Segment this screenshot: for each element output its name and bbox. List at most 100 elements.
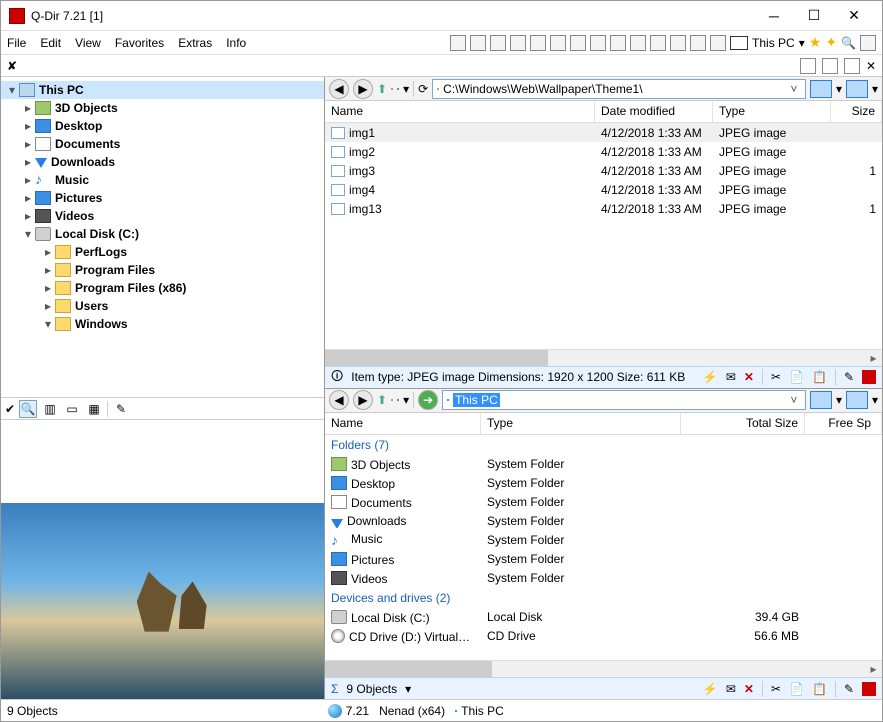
tree-item[interactable]: ▸Program Files (x86) [1, 279, 324, 297]
tree-item[interactable]: ▸♪Music [1, 171, 324, 189]
up-icon[interactable]: ⬆ [377, 393, 387, 407]
menu-favorites[interactable]: Favorites [115, 36, 164, 50]
app-mini-icon[interactable] [862, 682, 876, 696]
paste-icon[interactable]: 📋 [812, 370, 827, 384]
folder-row[interactable]: ♪Music System Folder [325, 531, 882, 550]
folder-row[interactable]: Desktop System Folder [325, 474, 882, 493]
back-button[interactable]: ◀ [329, 79, 349, 99]
file-row[interactable]: img13 4/12/2018 1:33 AM JPEG image 1 [325, 199, 882, 218]
panel-icon[interactable] [822, 58, 838, 74]
dropdown-icon[interactable]: ▾ [403, 82, 409, 96]
close-button[interactable]: ✕ [834, 1, 874, 30]
chevron-icon[interactable]: ▸ [41, 245, 55, 259]
preview-tool-icon[interactable]: ✎ [112, 400, 130, 418]
view-icon[interactable] [397, 399, 399, 401]
chevron-icon[interactable]: ▸ [21, 119, 35, 133]
preview-mode-icon[interactable]: ▥ [41, 400, 59, 418]
col-type[interactable]: Type [481, 413, 681, 434]
refresh-icon[interactable]: ⟳ [418, 82, 428, 96]
layout-icon[interactable] [470, 35, 486, 51]
col-total[interactable]: Total Size [681, 413, 805, 434]
file-row[interactable]: img2 4/12/2018 1:33 AM JPEG image [325, 142, 882, 161]
chevron-icon[interactable]: ▸ [21, 155, 35, 169]
layout-icon[interactable] [570, 35, 586, 51]
mail-icon[interactable]: ✉ [726, 682, 736, 696]
address-bar[interactable]: This PC ˅ [442, 390, 806, 410]
tree-item[interactable]: ▸PerfLogs [1, 243, 324, 261]
menu-extras[interactable]: Extras [178, 36, 212, 50]
tree-root[interactable]: ▾ This PC [1, 81, 324, 99]
menu-info[interactable]: Info [226, 36, 246, 50]
layout-icon[interactable] [450, 35, 466, 51]
copy-icon[interactable]: 📄 [789, 682, 804, 696]
chevron-icon[interactable]: ▾ [21, 227, 35, 241]
mail-icon[interactable]: ✉ [726, 370, 736, 384]
lightning-icon[interactable]: ⚡ [703, 682, 718, 696]
layout-icon[interactable] [530, 35, 546, 51]
dropdown-icon[interactable]: ▾ [403, 393, 409, 407]
maximize-button[interactable]: ☐ [794, 1, 834, 30]
back-button[interactable]: ◀ [329, 390, 349, 410]
menu-view[interactable]: View [75, 36, 101, 50]
drive-row[interactable]: CD Drive (D:) VirtualBo... CD Drive 56.6… [325, 627, 882, 646]
check-icon[interactable]: ✔ [5, 402, 15, 416]
menu-file[interactable]: File [7, 36, 26, 50]
chevron-icon[interactable]: ▸ [41, 281, 55, 295]
layout-icon[interactable] [650, 35, 666, 51]
chevron-icon[interactable]: ▸ [21, 101, 35, 115]
col-date[interactable]: Date modified [595, 101, 713, 122]
layout-icon[interactable] [550, 35, 566, 51]
file-row[interactable]: img1 4/12/2018 1:33 AM JPEG image [325, 123, 882, 142]
chevron-icon[interactable]: ▸ [21, 173, 35, 187]
delete-icon[interactable]: ✕ [744, 682, 754, 696]
chevron-icon[interactable]: ▸ [41, 263, 55, 277]
cut-icon[interactable]: ✂ [771, 682, 781, 696]
layout-icon[interactable] [690, 35, 706, 51]
layout-icon[interactable] [610, 35, 626, 51]
copy-icon[interactable]: 📄 [789, 370, 804, 384]
monitor-button[interactable] [810, 391, 832, 409]
preview-mode-icon[interactable]: ▭ [63, 400, 81, 418]
monitor-icon[interactable] [730, 36, 748, 50]
preview-mode-icon[interactable]: 🔍 [19, 400, 37, 418]
monitor-button[interactable] [846, 391, 868, 409]
chevron-icon[interactable]: ▸ [21, 137, 35, 151]
col-type[interactable]: Type [713, 101, 831, 122]
folder-row[interactable]: Documents System Folder [325, 493, 882, 512]
folder-row[interactable]: 3D Objects System Folder [325, 455, 882, 474]
tree-item[interactable]: ▸Users [1, 297, 324, 315]
layout-icon[interactable] [590, 35, 606, 51]
favorite-add-icon[interactable]: ✦ [825, 34, 837, 51]
folder-open-icon[interactable] [391, 88, 393, 90]
dropdown-icon[interactable]: ▾ [405, 682, 411, 696]
dropdown-icon[interactable]: ▾ [872, 82, 878, 96]
folder-row[interactable]: Videos System Folder [325, 569, 882, 588]
tree-item[interactable]: ▸Videos [1, 207, 324, 225]
go-button[interactable]: ➔ [418, 390, 438, 410]
layout-icon[interactable] [710, 35, 726, 51]
chevron-icon[interactable]: ▸ [41, 299, 55, 313]
forward-button[interactable]: ▶ [353, 390, 373, 410]
tree-item[interactable]: ▸Program Files [1, 261, 324, 279]
monitor-button[interactable] [846, 80, 868, 98]
col-name[interactable]: Name [325, 101, 595, 122]
close-tab-icon[interactable]: ✕ [866, 59, 876, 73]
dropdown-icon[interactable]: ▾ [799, 36, 805, 50]
forward-button[interactable]: ▶ [353, 79, 373, 99]
tree-item[interactable]: ▾Windows [1, 315, 324, 333]
folder-row[interactable]: Downloads System Folder [325, 512, 882, 531]
layout-icon[interactable] [510, 35, 526, 51]
chevron-icon[interactable]: ▸ [21, 191, 35, 205]
drive-row[interactable]: Local Disk (C:) Local Disk 39.4 GB [325, 608, 882, 627]
col-size[interactable]: Size [831, 101, 882, 122]
preview-mode-icon[interactable]: ▦ [85, 400, 103, 418]
file-row[interactable]: img3 4/12/2018 1:33 AM JPEG image 1 [325, 161, 882, 180]
dropdown-icon[interactable]: ▾ [836, 82, 842, 96]
layout-icon[interactable] [490, 35, 506, 51]
options-icon[interactable] [860, 35, 876, 51]
file-list[interactable]: img1 4/12/2018 1:33 AM JPEG image img2 4… [325, 123, 882, 349]
paste-icon[interactable]: 📋 [812, 682, 827, 696]
h-scrollbar[interactable]: ▸ [325, 349, 882, 366]
delete-icon[interactable]: ✕ [744, 370, 754, 384]
dropdown-icon[interactable]: ▾ [836, 393, 842, 407]
